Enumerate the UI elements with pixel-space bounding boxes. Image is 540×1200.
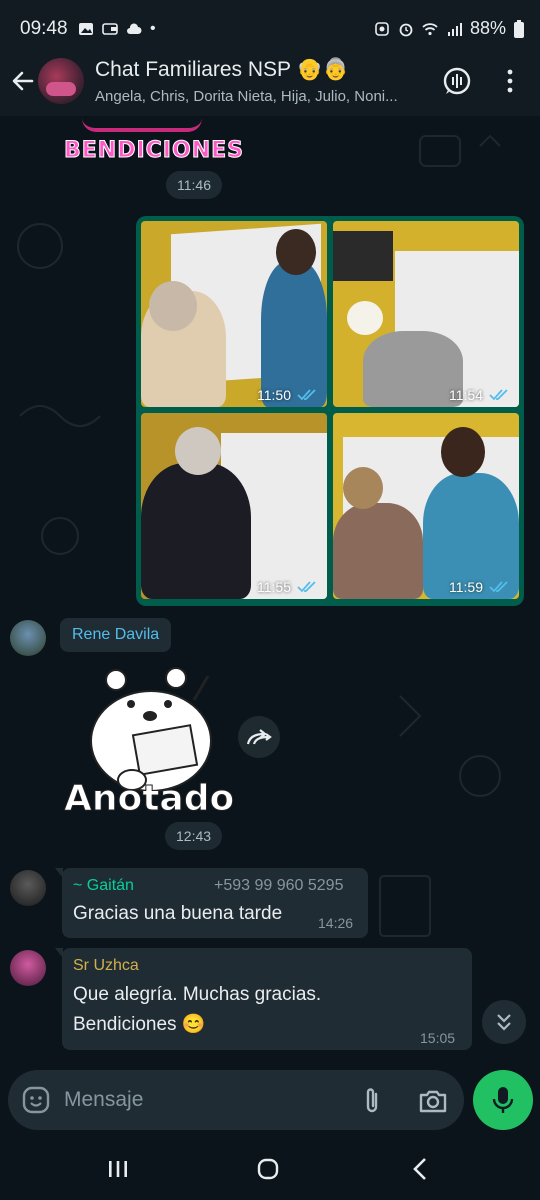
home-icon (257, 1158, 279, 1180)
message-composer (8, 1070, 464, 1130)
avatar-sr-uzhca[interactable] (10, 950, 46, 986)
avatar-rene-davila[interactable] (10, 620, 46, 656)
message-text: Gracias una buena tarde (73, 903, 283, 924)
sticker-anotado-time: 12:43 (165, 822, 223, 850)
message-bubble-uzhca[interactable]: Sr Uzhca Que alegría. Muchas gracias. Be… (55, 948, 472, 1050)
photo-thumbnail[interactable]: 11:54 (333, 221, 519, 407)
sticker-time: 11:46 (166, 171, 222, 199)
back-arrow-icon[interactable] (10, 68, 36, 94)
status-right-icons: 88% (374, 18, 524, 39)
sticker-emoji-icon[interactable] (22, 1086, 50, 1114)
photo-time: 11:50 (257, 387, 291, 403)
photo-thumbnail[interactable]: 11:50 (141, 221, 327, 407)
status-time: 09:48 (20, 18, 68, 39)
back-chevron-icon (413, 1158, 426, 1180)
image-icon (79, 23, 93, 35)
chevron-double-down-icon (497, 1014, 511, 1031)
back-button[interactable] (405, 1154, 435, 1184)
read-ticks-icon (489, 581, 508, 593)
scroll-to-bottom-button[interactable] (482, 1000, 526, 1044)
smile-emoji: 😊 (181, 1014, 206, 1035)
sticker-swoosh (82, 118, 202, 132)
status-bar: 09:48 • 88% (0, 0, 540, 56)
status-left-icons: • (78, 20, 156, 38)
message-text-line2: Bendiciones 😊 (73, 1010, 205, 1040)
photo-time: 11:55 (257, 579, 291, 595)
chat-title-text: Chat Familiares NSP (95, 58, 291, 81)
message-text-bendiciones: Bendiciones (73, 1014, 177, 1035)
message-input[interactable] (64, 1082, 344, 1118)
photo-thumbnail[interactable]: 11:55 (141, 413, 327, 599)
message-time: 15:05 (420, 1030, 456, 1046)
voice-message-button[interactable] (473, 1070, 533, 1130)
chat-title[interactable]: Chat Familiares NSP 👴👵 (95, 58, 349, 82)
wifi-icon (422, 22, 438, 35)
message-time: 14:26 (318, 915, 354, 931)
alarm-icon (399, 23, 413, 36)
home-button[interactable] (253, 1154, 283, 1184)
photo-thumbnail[interactable]: 11:59 (333, 413, 519, 599)
chat-participants[interactable]: Angela, Chris, Dorita Nieta, Hija, Julio… (95, 88, 425, 105)
forward-button[interactable] (238, 716, 280, 758)
battery-percent: 88% (469, 18, 506, 38)
camera-icon[interactable] (418, 1087, 448, 1115)
avatar-gaitan[interactable] (10, 870, 46, 906)
recent-apps-button[interactable] (103, 1154, 133, 1184)
forward-icon (246, 729, 272, 745)
recycle-icon (375, 21, 389, 36)
sender-rene-davila[interactable]: Rene Davila (60, 618, 172, 652)
signal-icon (447, 22, 462, 36)
recent-apps-icon (109, 1161, 127, 1177)
read-ticks-icon (297, 581, 316, 593)
bear-sticker[interactable] (76, 656, 226, 796)
photo-album-message[interactable]: 11:50 11:54 11:55 11:59 (136, 216, 524, 606)
cloud-icon (127, 23, 142, 34)
sticker-bendiciones[interactable]: BENDICIONES (64, 138, 244, 164)
wallet-icon (102, 23, 118, 35)
group-avatar[interactable] (38, 58, 84, 104)
battery-icon (514, 19, 524, 38)
more-options-icon[interactable] (500, 68, 520, 94)
photo-time: 11:54 (449, 387, 483, 403)
sender-sr-uzhca[interactable]: Sr Uzhca (73, 957, 139, 975)
sender-gaitan[interactable]: ~ Gaitán (73, 877, 134, 895)
read-ticks-icon (489, 389, 508, 401)
message-text-line1: Que alegría. Muchas gracias. (73, 984, 322, 1005)
status-dot: • (150, 20, 156, 37)
chat-title-emojis: 👴👵 (296, 58, 349, 81)
read-ticks-icon (297, 389, 316, 401)
system-nav-bar (0, 1136, 540, 1200)
microphone-icon (492, 1087, 514, 1113)
sender-phone: +593 99 960 5295 (214, 877, 344, 894)
message-bubble-gaitan[interactable]: ~ Gaitán +593 99 960 5295 Gracias una bu… (55, 868, 368, 938)
photo-time: 11:59 (449, 579, 483, 595)
sticker-anotado-text: Anotado (63, 778, 235, 820)
voice-chat-icon[interactable] (442, 66, 472, 96)
paperclip-icon[interactable] (358, 1086, 386, 1116)
chat-header: Chat Familiares NSP 👴👵 Angela, Chris, Do… (0, 56, 540, 116)
